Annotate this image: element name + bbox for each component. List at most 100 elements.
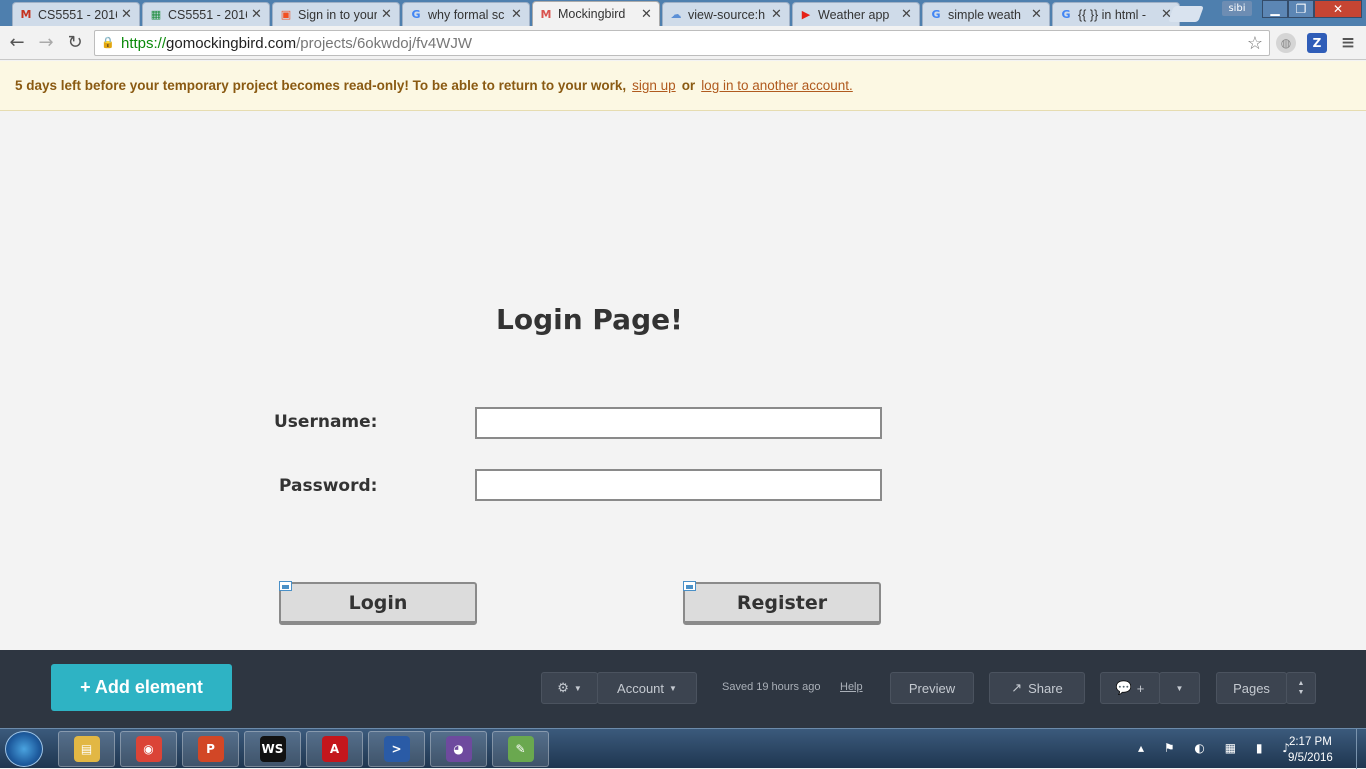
back-arrow-icon[interactable]: ← — [6, 32, 28, 54]
reload-icon[interactable]: ↻ — [64, 32, 86, 54]
clock-date: 9/5/2016 — [1288, 752, 1333, 764]
tab-title: CS5551 - 2016 — [38, 7, 117, 22]
maximize-button[interactable]: ❐ — [1288, 0, 1314, 18]
browser-tab[interactable]: ▦ CS5551 - 2016 ✕ — [142, 2, 270, 26]
sheets-icon: ▦ — [150, 8, 162, 21]
close-tab-icon[interactable]: ✕ — [381, 7, 393, 22]
clock[interactable]: 2:17 PM 9/5/2016 — [1288, 734, 1333, 766]
powershell-icon: > — [383, 736, 410, 762]
close-tab-icon[interactable]: ✕ — [251, 7, 263, 22]
show-desktop-button[interactable] — [1356, 729, 1366, 769]
close-tab-icon[interactable]: ✕ — [121, 7, 133, 22]
close-tab-icon[interactable]: ✕ — [641, 7, 653, 22]
username-field[interactable] — [475, 407, 882, 439]
browser-tab[interactable]: Gsimple weath ✕ — [922, 2, 1050, 26]
lock-icon: 🔒 — [101, 37, 115, 49]
comment-icon: 💬 — [1115, 680, 1132, 695]
help-link[interactable]: Help — [840, 681, 863, 693]
browser-tab[interactable]: ▶ Weather app ✕ — [792, 2, 920, 26]
forward-arrow-icon[interactable]: → — [35, 32, 57, 54]
extension-icon[interactable]: ◍ — [1276, 33, 1296, 53]
tab-title: Weather app — [818, 7, 890, 22]
browser-toolbar: ← → ↻ 🔒 https://gomockingbird.com/projec… — [0, 26, 1366, 60]
taskbar-app[interactable]: A — [306, 731, 363, 767]
address-bar[interactable]: 🔒 https://gomockingbird.com/projects/6ok… — [94, 30, 1270, 56]
mockingbird-icon: M — [540, 7, 552, 21]
banner-message: 5 days left before your temporary projec… — [15, 78, 627, 93]
close-window-button[interactable]: ✕ — [1314, 0, 1362, 18]
mockup-canvas[interactable]: Login Page! Username: Password: Login Re… — [0, 111, 1366, 650]
browser-tab[interactable]: M Mockingbird ✕ — [532, 1, 660, 26]
close-tab-icon[interactable]: ✕ — [1031, 7, 1043, 22]
microsoft-icon: ▣ — [280, 8, 292, 21]
profile-button[interactable]: sibi — [1222, 1, 1252, 16]
account-label: Account — [617, 680, 665, 696]
tab-title: {{ }} in html - — [1078, 7, 1147, 22]
github-icon: ◕ — [445, 736, 472, 762]
comment-button[interactable]: 💬 + — [1100, 672, 1160, 704]
browser-tab[interactable]: Gwhy formal sc ✕ — [402, 2, 530, 26]
preview-button[interactable]: Preview — [890, 672, 974, 704]
chrome-icon: ◉ — [135, 736, 162, 762]
system-tray[interactable]: ▴ ⚑ ◐ ▦ ▮ ♪ — [1138, 741, 1298, 755]
browser-tab[interactable]: ▣ Sign in to your ✕ — [272, 2, 400, 26]
browser-tabstrip: M CS5551 - 2016 ✕ ▦ CS5551 - 2016 ✕ ▣ Sign in t… — [0, 0, 1366, 26]
saved-status: Saved 19 hours ago — [722, 681, 821, 693]
bookmark-star-icon[interactable]: ☆ — [1247, 33, 1263, 54]
new-tab-button[interactable] — [1168, 6, 1204, 22]
add-element-button[interactable]: + Add element — [51, 664, 232, 711]
settings-button[interactable]: ⚙ ▼ — [541, 672, 598, 704]
taskbar-app[interactable]: > — [368, 731, 425, 767]
login-button[interactable]: Login — [279, 581, 477, 625]
password-label[interactable]: Password: — [279, 476, 377, 496]
chevron-up-icon: ▲ — [1297, 680, 1305, 687]
google-icon: G — [411, 8, 421, 21]
tab-title: why formal sc — [428, 7, 505, 22]
register-button[interactable]: Register — [683, 581, 881, 625]
google-icon: G — [1061, 8, 1071, 21]
windows-taskbar: ▤ ◉ P WS A > ◕ ✎ ▴ ⚑ ◐ ▦ ▮ ♪ 2:17 PM 9/5/2016 — [0, 728, 1366, 769]
minimize-button[interactable]: ▁ — [1262, 0, 1288, 18]
close-tab-icon[interactable]: ✕ — [511, 7, 523, 22]
share-button[interactable]: ↗ Share — [989, 672, 1085, 704]
clock-time: 2:17 PM — [1288, 736, 1332, 748]
taskbar-app[interactable]: ◕ — [430, 731, 487, 767]
trial-banner: 5 days left before your temporary projec… — [0, 61, 1366, 111]
browser-tab[interactable]: G{{ }} in html - ✕ — [1052, 2, 1180, 26]
taskbar-app[interactable]: ✎ — [492, 731, 549, 767]
start-button[interactable] — [5, 731, 43, 767]
username-label[interactable]: Username: — [274, 412, 377, 432]
share-icon: ↗ — [1011, 680, 1023, 695]
paint-icon: ✎ — [507, 736, 534, 762]
password-field[interactable] — [475, 469, 882, 501]
youtube-icon: ▶ — [801, 8, 811, 21]
tab-title: Mockingbird — [558, 7, 626, 21]
account-button[interactable]: Account ▼ — [597, 672, 697, 704]
explorer-icon: ▤ — [73, 736, 100, 762]
login-button-label: Login — [348, 591, 408, 614]
zotero-extension-icon[interactable]: Z — [1307, 33, 1327, 53]
sign-up-link[interactable]: sign up — [632, 78, 676, 93]
chevron-down-icon: ▼ — [573, 683, 582, 693]
taskbar-app[interactable]: P — [182, 731, 239, 767]
pages-button[interactable]: Pages — [1216, 672, 1287, 704]
url-host: gomockingbird.com — [166, 34, 297, 52]
url-scheme: https:// — [121, 34, 167, 52]
banner-or: or — [681, 78, 696, 93]
browser-tab[interactable]: M CS5551 - 2016 ✕ — [12, 2, 140, 26]
browser-tab[interactable]: ☁ view-source:h ✕ — [662, 2, 790, 26]
share-label: Share — [1028, 680, 1063, 696]
menu-icon[interactable]: ≡ — [1338, 33, 1358, 53]
comment-dropdown-button[interactable]: ▼ — [1159, 672, 1200, 704]
close-tab-icon[interactable]: ✕ — [901, 7, 913, 22]
cloud-icon: ☁ — [670, 8, 682, 21]
close-tab-icon[interactable]: ✕ — [771, 7, 783, 22]
taskbar-app[interactable]: ◉ — [120, 731, 177, 767]
taskbar-app[interactable]: ▤ — [58, 731, 115, 767]
powerpoint-icon: P — [197, 736, 224, 762]
taskbar-app[interactable]: WS — [244, 731, 301, 767]
page-title[interactable]: Login Page! — [496, 303, 683, 336]
pages-stepper[interactable]: ▲ ▼ — [1286, 672, 1316, 704]
tab-title: view-source:h — [688, 7, 766, 22]
login-other-account-link[interactable]: log in to another account. — [701, 78, 853, 93]
